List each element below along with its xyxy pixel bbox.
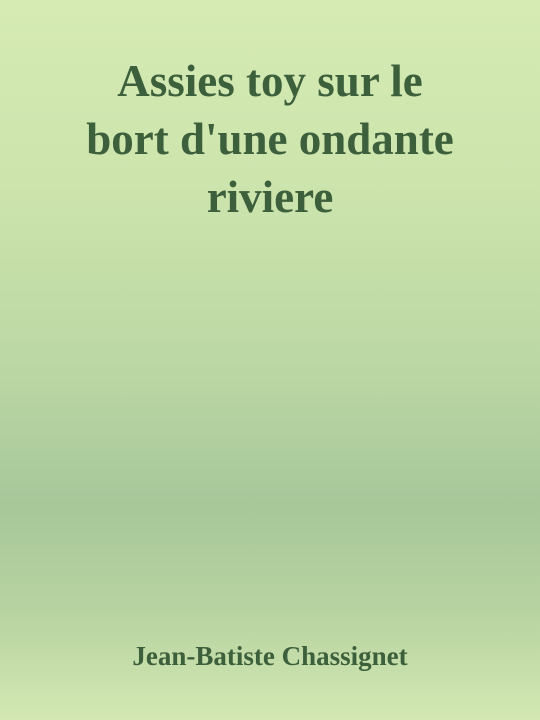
title-line-2: bort d'une ondante bbox=[86, 114, 454, 164]
author-name: Jean-Batiste Chassignet bbox=[132, 641, 408, 671]
title-line-3: riviere bbox=[206, 172, 334, 222]
book-cover: Assies toy sur le bort d'une ondante riv… bbox=[0, 0, 540, 720]
book-title: Assies toy sur le bort d'une ondante riv… bbox=[20, 52, 520, 226]
title-line-1: Assies toy sur le bbox=[117, 56, 423, 106]
